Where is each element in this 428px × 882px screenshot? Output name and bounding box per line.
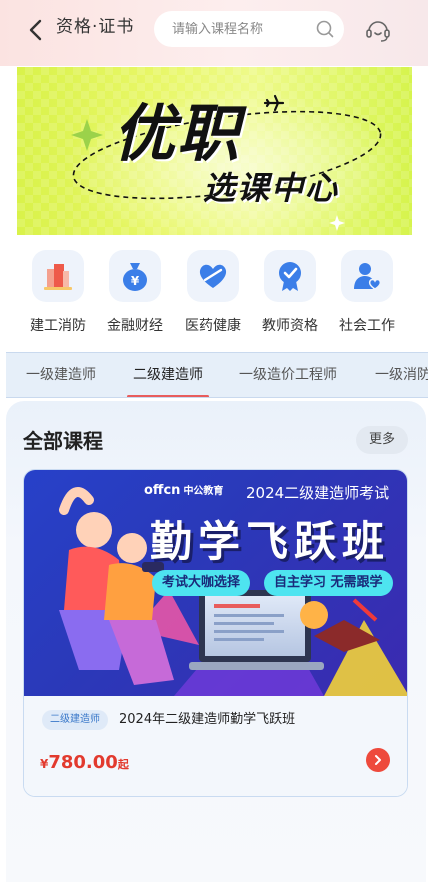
- banner-subheadline: 选课中心: [203, 169, 340, 207]
- chevron-right-icon[interactable]: [366, 748, 390, 772]
- page-title: 资格·证书: [56, 17, 135, 37]
- banner-headline: 优职: [113, 97, 242, 170]
- money-bag-icon: ¥: [109, 250, 161, 302]
- category-teacher-qualification[interactable]: 教师资格: [251, 250, 329, 335]
- customer-service-icon[interactable]: [362, 14, 394, 46]
- search-input[interactable]: [172, 21, 302, 37]
- category-social-work[interactable]: 社会工作: [328, 250, 406, 335]
- top-bar: 资格·证书: [0, 0, 428, 66]
- active-tab-indicator: [127, 395, 209, 397]
- price-suffix: 起: [117, 758, 129, 771]
- search-box[interactable]: [154, 11, 344, 47]
- category-construction-fire[interactable]: 建工消防: [19, 250, 97, 335]
- category-label: 建工消防: [30, 318, 86, 334]
- course-info: 二级建造师 2024年二级建造师勤学飞跃班 ¥780.00起: [24, 696, 407, 796]
- more-button[interactable]: 更多: [356, 426, 408, 454]
- tab-first-class-cost-engineer[interactable]: 一级造价工程师: [239, 353, 337, 397]
- exam-tab-bar: 一级建造师 二级建造师 一级造价工程师 一级消防: [6, 352, 428, 398]
- tab-first-class-constructor[interactable]: 一级建造师: [26, 353, 96, 397]
- category-label: 金融财经: [107, 318, 163, 334]
- category-label: 医药健康: [185, 318, 241, 334]
- medal-icon: [264, 250, 316, 302]
- heart-icon: [187, 250, 239, 302]
- back-icon[interactable]: [24, 18, 48, 42]
- category-label: 教师资格: [262, 318, 318, 334]
- course-section: 全部课程 更多 offcn 中公教育 2024二级建造师考试 勤学飞跃班 考试大…: [6, 401, 426, 882]
- search-icon[interactable]: [316, 20, 334, 38]
- category-label: 社会工作: [339, 318, 395, 334]
- course-title[interactable]: 2024年二级建造师勤学飞跃班: [119, 710, 295, 730]
- course-price: ¥780.00起: [40, 752, 129, 773]
- section-title: 全部课程: [23, 429, 103, 453]
- brand-logo: offcn 中公教育: [144, 483, 224, 498]
- cover-exam-title: 2024二级建造师考试: [246, 484, 390, 502]
- svg-text:¥: ¥: [131, 274, 140, 288]
- airplane-icon: [263, 94, 285, 112]
- cover-headline: 勤学飞跃班: [150, 517, 391, 566]
- tab-second-class-constructor[interactable]: 二级建造师: [133, 353, 203, 397]
- person-heart-icon: [341, 250, 393, 302]
- building-icon: [32, 250, 84, 302]
- course-cover-image: offcn 中公教育 2024二级建造师考试 勤学飞跃班 考试大咖选择 自主学习 …: [24, 470, 407, 696]
- course-card[interactable]: offcn 中公教育 2024二级建造师考试 勤学飞跃班 考试大咖选择 自主学习 …: [23, 469, 408, 797]
- course-category-badge: 二级建造师: [42, 710, 108, 730]
- category-grid: 建工消防 ¥ 金融财经 医药健康 教师资格 社会工作: [0, 250, 428, 340]
- category-medicine-health[interactable]: 医药健康: [174, 250, 252, 335]
- tab-first-class-fire[interactable]: 一级消防: [375, 353, 428, 397]
- cover-pill-experts: 考试大咖选择: [152, 570, 251, 596]
- cover-pill-self-study: 自主学习 无需跟学: [264, 570, 393, 596]
- category-finance[interactable]: ¥ 金融财经: [96, 250, 174, 335]
- price-value: 780.00: [48, 752, 118, 773]
- promo-banner[interactable]: 优职 选课中心: [17, 67, 412, 235]
